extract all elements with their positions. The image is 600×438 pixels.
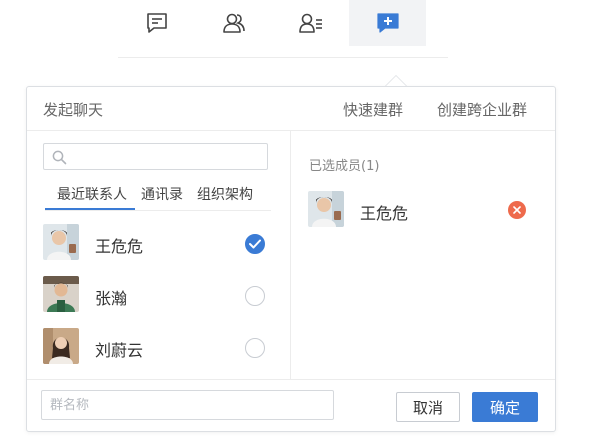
avatar xyxy=(43,276,79,312)
cross-enterprise-group-link[interactable]: 创建跨企业群 xyxy=(437,99,527,120)
user-list-icon xyxy=(298,12,324,34)
selected-member: 王危危 xyxy=(308,191,540,227)
tab-messages[interactable] xyxy=(118,0,195,46)
tab-user-list[interactable] xyxy=(272,0,349,46)
nav-divider xyxy=(118,57,448,58)
contact-item[interactable]: 王危危 xyxy=(43,224,271,262)
dialog-footer: 取消 确定 xyxy=(27,379,555,431)
contact-checkbox[interactable] xyxy=(245,338,265,358)
selected-count-label: 已选成员(1) xyxy=(309,159,380,174)
contact-name: 刘蔚云 xyxy=(95,341,144,360)
cancel-button[interactable]: 取消 xyxy=(396,392,460,422)
add-chat-icon xyxy=(376,12,400,34)
contact-checkbox[interactable] xyxy=(245,286,265,306)
close-icon xyxy=(513,206,521,214)
contact-item[interactable]: 刘蔚云 xyxy=(43,328,271,366)
contact-picker: 最近联系人 通讯录 组织架构 王危危 张瀚 刘蔚云 xyxy=(27,131,291,379)
confirm-button[interactable]: 确定 xyxy=(472,392,538,422)
avatar xyxy=(43,224,79,260)
avatar xyxy=(43,328,79,364)
remove-member-button[interactable] xyxy=(508,201,526,219)
contact-item[interactable]: 张瀚 xyxy=(43,276,271,314)
dialog-caret xyxy=(385,75,407,86)
tab-contacts[interactable] xyxy=(195,0,272,46)
search-input[interactable] xyxy=(72,147,262,166)
active-tab-indicator xyxy=(45,208,135,210)
dialog-title: 发起聊天 xyxy=(43,101,104,119)
top-nav xyxy=(118,0,448,46)
tab-start-chat[interactable] xyxy=(349,0,426,46)
selected-member-name: 王危危 xyxy=(360,204,409,223)
contacts-icon xyxy=(221,12,247,34)
contact-name: 王危危 xyxy=(95,237,144,256)
contact-source-tabs: 最近联系人 通讯录 组织架构 xyxy=(45,177,271,211)
avatar xyxy=(308,191,344,227)
search-box[interactable] xyxy=(43,143,268,170)
tab-org-structure[interactable]: 组织架构 xyxy=(197,184,253,204)
tab-recent-contacts[interactable]: 最近联系人 xyxy=(57,184,127,204)
quick-group-link[interactable]: 快速建群 xyxy=(343,99,403,120)
selected-members-panel: 已选成员(1) 王危危 xyxy=(292,131,555,379)
dialog-header: 发起聊天 快速建群 创建跨企业群 xyxy=(27,87,555,131)
message-icon xyxy=(145,12,169,34)
start-chat-dialog: 发起聊天 快速建群 创建跨企业群 最近联系人 通讯录 组织架构 王危危 张瀚 刘… xyxy=(26,86,556,432)
contact-name: 张瀚 xyxy=(95,289,128,308)
group-name-input[interactable] xyxy=(41,390,334,420)
contact-checkbox[interactable] xyxy=(245,234,265,254)
tab-address-book[interactable]: 通讯录 xyxy=(141,184,183,204)
